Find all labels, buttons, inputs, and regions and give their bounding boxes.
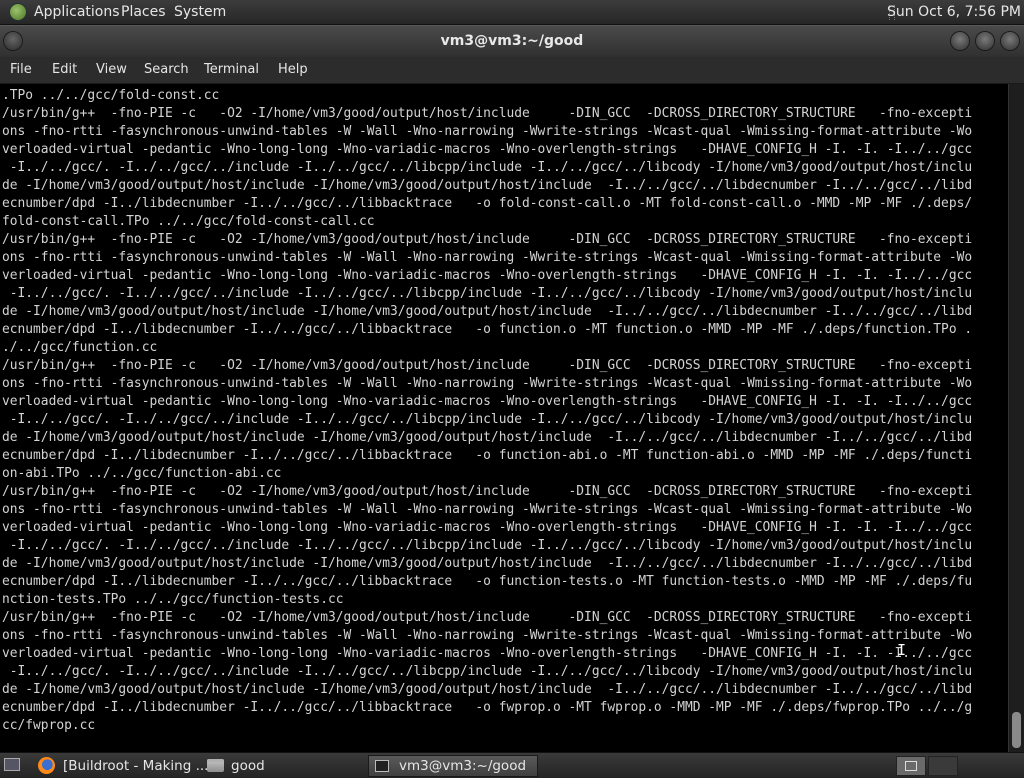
system-menu[interactable]: System [174,4,226,20]
show-desktop-icon[interactable] [4,758,20,771]
menu-terminal[interactable]: Terminal [204,62,259,77]
window-title: vm3@vm3:~/good [440,33,584,49]
bottom-panel: [Buildroot - Making ... good vm3@vm3:~/g… [0,752,1024,778]
i-beam-cursor-icon: I [897,641,907,659]
menubar: File Edit View Search Terminal Help [0,57,1024,84]
close-button[interactable] [1001,32,1019,50]
maximize-button[interactable] [976,32,994,50]
task-folder[interactable]: good [231,758,265,774]
top-panel: Applications Places System Sun Oct 6, 7:… [0,0,1024,25]
folder-icon [207,759,224,772]
task-terminal[interactable]: vm3@vm3:~/good [368,755,538,777]
clock[interactable]: Sun Oct 6, 7:56 PM [887,4,1021,20]
distro-logo-icon[interactable] [10,4,26,20]
task-firefox[interactable]: [Buildroot - Making ... [63,758,208,774]
menu-file[interactable]: File [10,62,32,77]
workspace-switcher-2[interactable] [928,756,958,776]
terminal-scrollbar[interactable] [1008,84,1024,752]
window-titlebar[interactable]: vm3@vm3:~/good [0,25,1024,57]
terminal-icon [375,760,389,772]
menu-edit[interactable]: Edit [52,62,77,77]
workspace-switcher-1[interactable] [896,756,926,776]
menu-help[interactable]: Help [278,62,308,77]
menu-search[interactable]: Search [144,62,189,77]
applications-menu[interactable]: Applications [34,4,120,20]
terminal-output[interactable]: .TPo ../../gcc/fold-const.cc /usr/bin/g+… [0,84,1008,735]
places-menu[interactable]: Places [121,4,166,20]
scrollbar-thumb[interactable] [1012,712,1021,748]
minimize-button[interactable] [951,32,969,50]
task-terminal-label: vm3@vm3:~/good [399,758,527,774]
menu-view[interactable]: View [96,62,127,77]
workspace-window-icon [905,761,917,771]
terminal-area[interactable]: .TPo ../../gcc/fold-const.cc /usr/bin/g+… [0,84,1008,752]
firefox-icon [38,757,55,774]
